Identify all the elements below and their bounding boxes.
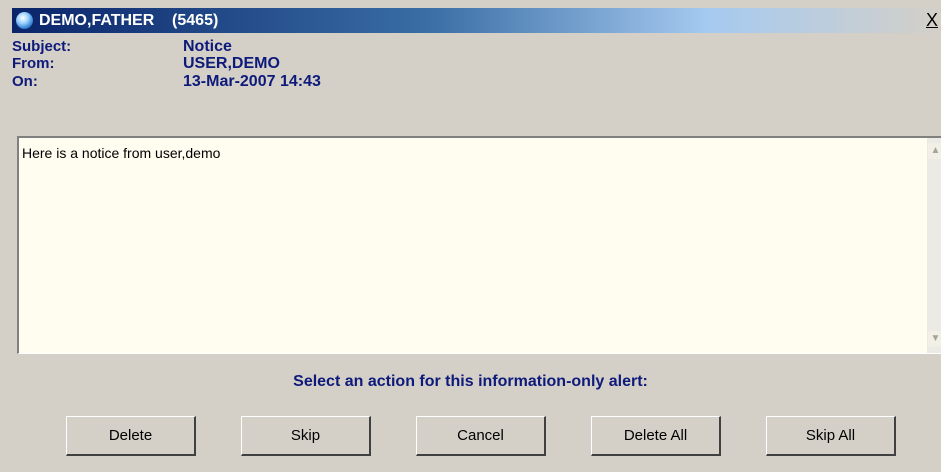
- cancel-button[interactable]: Cancel: [416, 416, 546, 456]
- title-bar[interactable]: DEMO,FATHER (5465): [12, 8, 941, 33]
- action-prompt: Select an action for this information-on…: [293, 373, 648, 390]
- subject-value: Notice: [183, 38, 232, 55]
- window-title: DEMO,FATHER (5465): [39, 12, 219, 29]
- message-scrollbar[interactable]: ▲ ▼: [927, 138, 941, 353]
- message-textarea[interactable]: Here is a notice from user,demo ▲ ▼: [17, 136, 941, 354]
- message-text: Here is a notice from user,demo: [22, 145, 221, 161]
- from-label: From:: [12, 55, 55, 72]
- delete-button[interactable]: Delete: [66, 416, 196, 456]
- on-label: On:: [12, 73, 38, 90]
- alert-window: DEMO,FATHER (5465) X Subject: Notice Fro…: [0, 0, 941, 472]
- delete-all-button[interactable]: Delete All: [591, 416, 721, 456]
- on-value: 13-Mar-2007 14:43: [183, 73, 321, 90]
- scroll-down-arrow-icon[interactable]: ▼: [928, 331, 941, 347]
- close-icon[interactable]: X: [926, 11, 941, 30]
- skip-button[interactable]: Skip: [241, 416, 371, 456]
- from-value: USER,DEMO: [183, 55, 280, 72]
- app-globe-icon: [16, 12, 33, 29]
- skip-all-button[interactable]: Skip All: [766, 416, 896, 456]
- scroll-up-arrow-icon[interactable]: ▲: [928, 143, 941, 159]
- subject-label: Subject:: [12, 38, 72, 55]
